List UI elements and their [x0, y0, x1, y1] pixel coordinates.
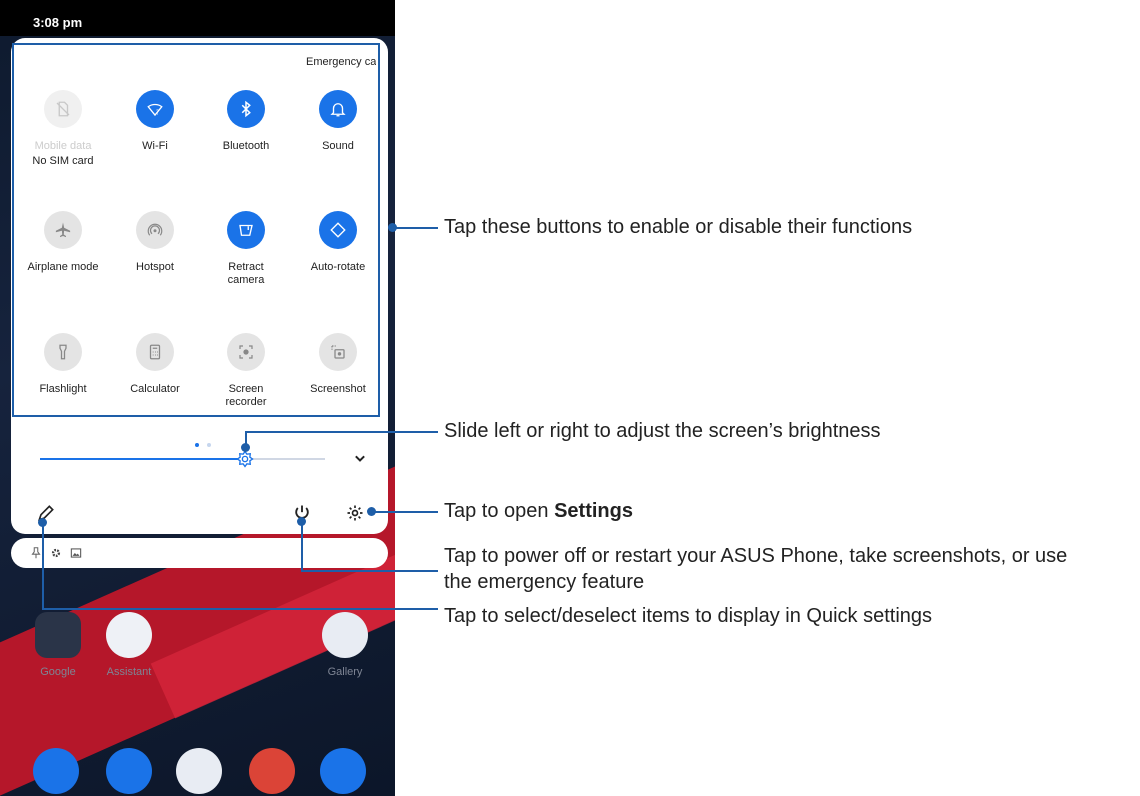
page-indicator	[193, 434, 213, 452]
callout-line	[371, 511, 438, 513]
callout-edit-text: Tap to select/deselect items to display …	[444, 605, 933, 627]
gear-icon	[51, 548, 61, 558]
play-store-icon[interactable]	[176, 748, 222, 794]
google-apps-icon	[35, 612, 81, 658]
settings-gear-icon[interactable]	[345, 503, 365, 523]
callout-line	[392, 227, 438, 229]
callout-line	[301, 521, 303, 572]
image-icon	[70, 548, 82, 558]
callout-line	[42, 522, 44, 610]
brightness-slider[interactable]	[40, 450, 325, 468]
callout-line	[245, 431, 247, 445]
callout-power-line1: Tap to power off or restart your ASUS Ph…	[444, 545, 1068, 567]
page-dot	[207, 443, 212, 447]
pin-icon	[31, 547, 41, 559]
app-label: Assistant	[106, 666, 152, 678]
callout-line	[245, 431, 438, 433]
phone-icon[interactable]	[33, 748, 79, 794]
callout-brightness-text: Slide left or right to adjust the screen…	[444, 420, 881, 442]
brightness-fill	[40, 458, 245, 460]
messages-icon[interactable]	[106, 748, 152, 794]
callout-settings-text: Tap to open Settings	[444, 498, 633, 524]
callout-tiles-text: Tap these buttons to enable or disable t…	[444, 216, 913, 238]
app-gallery[interactable]: Gallery	[305, 612, 385, 678]
notification-strip[interactable]	[11, 538, 388, 568]
callout-settings-prefix: Tap to open	[444, 500, 555, 522]
chrome-icon[interactable]	[249, 748, 295, 794]
app-label: Gallery	[327, 666, 363, 678]
callout-line	[301, 570, 438, 572]
callout-line	[42, 608, 438, 610]
tiles-highlight-box	[12, 43, 380, 417]
app-label: Google	[40, 666, 76, 678]
status-bar: 3:08 pm	[0, 0, 395, 36]
gallery-icon	[322, 612, 368, 658]
callout-power-line2: the emergency feature	[444, 571, 645, 593]
camera-icon[interactable]	[320, 748, 366, 794]
assistant-icon	[106, 612, 152, 658]
app-assistant[interactable]: Assistant	[89, 612, 169, 678]
status-time: 3:08 pm	[33, 15, 83, 30]
callout-settings-bold: Settings	[554, 500, 633, 522]
app-google[interactable]: Google	[18, 612, 98, 678]
callout-power-text: Tap to power off or restart your ASUS Ph…	[444, 543, 1067, 595]
page-dot-active	[195, 443, 199, 447]
expand-chevron-down-icon[interactable]	[350, 448, 370, 468]
brightness-icon[interactable]	[236, 450, 254, 468]
